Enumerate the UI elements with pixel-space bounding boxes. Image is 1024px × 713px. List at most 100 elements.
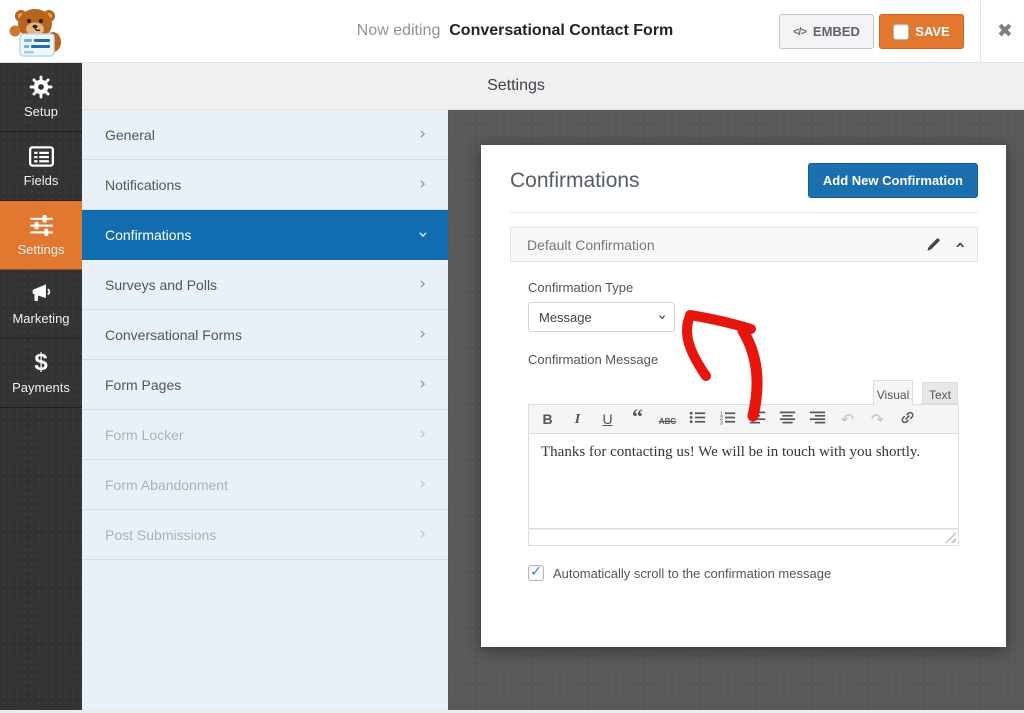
form-fields-icon: [28, 144, 54, 168]
undo-button: ↶: [837, 408, 858, 430]
blockquote-icon: “: [632, 403, 643, 429]
confirmation-message-label: Confirmation Message: [528, 352, 659, 367]
add-new-confirmation-button[interactable]: Add New Confirmation: [807, 163, 978, 198]
header-divider: [980, 0, 981, 63]
sidebar-item-payments[interactable]: $ Payments: [0, 339, 82, 408]
editor-statusbar: [528, 529, 959, 546]
panel-title-bar: Settings: [82, 63, 1024, 110]
align-center-button[interactable]: [777, 408, 798, 430]
embed-button-label: EMBED: [812, 24, 860, 39]
settings-nav-label: General: [105, 126, 155, 143]
editor-toolbar: B I U “ ABC 1 2 3 ↶ ↷: [528, 404, 959, 434]
settings-nav-post-submissions[interactable]: Post Submissions ›: [82, 510, 448, 560]
auto-scroll-row: ✓ Automatically scroll to the confirmati…: [528, 565, 831, 581]
now-editing-text: Now editing Conversational Contact Form: [357, 22, 674, 40]
blockquote-button[interactable]: “: [627, 403, 648, 430]
bold-button[interactable]: B: [537, 408, 558, 430]
close-builder-button[interactable]: ✖: [992, 18, 1018, 44]
chevron-right-icon: ›: [419, 274, 426, 294]
numbered-list-icon: 123: [719, 410, 736, 428]
form-name: Conversational Contact Form: [449, 22, 674, 39]
preview-area: Confirmations Add New Confirmation Defau…: [448, 110, 1024, 713]
settings-nav-confirmations[interactable]: Confirmations ›: [82, 210, 448, 260]
auto-scroll-label: Automatically scroll to the confirmation…: [553, 565, 832, 581]
check-icon: ✔: [893, 23, 910, 40]
default-confirmation-label: Default Confirmation: [527, 236, 655, 253]
settings-nav-panel: General › Notifications › Confirmations › Surv…: [82, 110, 448, 713]
redo-icon: ↷: [870, 409, 885, 429]
page-title: Confirmations: [510, 169, 640, 192]
sidebar-item-settings[interactable]: Settings: [0, 201, 82, 270]
embed-button[interactable]: </> EMBED: [779, 14, 874, 49]
settings-nav-label: Confirmations: [105, 226, 192, 243]
chevron-right-icon: ›: [419, 324, 426, 344]
pencil-icon: [926, 238, 940, 251]
svg-text:3: 3: [720, 421, 723, 425]
italic-button[interactable]: I: [567, 408, 588, 430]
numbered-list-button[interactable]: 123: [717, 408, 738, 430]
align-left-button[interactable]: [747, 408, 768, 430]
align-left-icon: [749, 410, 766, 428]
sidebar-item-label: Marketing: [12, 311, 70, 326]
chevron-right-icon: ›: [419, 474, 426, 494]
confirmations-panel: Confirmations Add New Confirmation Defau…: [481, 145, 1006, 647]
chevron-right-icon: ›: [419, 374, 426, 394]
strikethrough-icon: ABC: [658, 416, 677, 426]
align-right-button[interactable]: [807, 408, 828, 430]
settings-nav-label: Post Submissions: [105, 526, 217, 543]
save-button[interactable]: ✔ SAVE: [879, 14, 964, 49]
wpforms-bear-icon: [9, 9, 61, 57]
redo-button: ↷: [867, 408, 888, 430]
underline-icon: U: [602, 411, 613, 427]
resize-grip[interactable]: [945, 532, 956, 543]
confirmation-type-label: Confirmation Type: [528, 280, 634, 295]
wpforms-logo: [8, 4, 66, 64]
chevron-down-icon: ›: [413, 231, 434, 238]
underline-button[interactable]: U: [597, 408, 618, 430]
settings-nav-notifications[interactable]: Notifications ›: [82, 160, 448, 210]
settings-nav-form-locker[interactable]: Form Locker ›: [82, 410, 448, 460]
undo-icon: ↶: [840, 409, 855, 429]
default-confirmation-header[interactable]: Default Confirmation ›: [510, 227, 978, 262]
tab-text[interactable]: Text: [922, 382, 958, 404]
italic-icon: I: [574, 411, 581, 427]
link-button[interactable]: [897, 408, 918, 430]
bullet-list-icon: [689, 410, 706, 428]
gear-icon: [29, 75, 53, 99]
checkmark-icon: ✓: [530, 564, 542, 580]
link-icon: [899, 410, 916, 428]
sidebar-item-label: Fields: [23, 173, 59, 188]
sidebar-item-label: Setup: [24, 104, 58, 119]
sidebar-item-marketing[interactable]: Marketing: [0, 270, 82, 339]
sidebar-item-setup[interactable]: Setup: [0, 63, 82, 132]
settings-nav-label: Surveys and Polls: [105, 276, 218, 293]
auto-scroll-checkbox[interactable]: ✓: [528, 565, 544, 581]
confirmation-message-editor[interactable]: Thanks for contacting us! We will be in …: [528, 434, 959, 529]
settings-nav-general[interactable]: General ›: [82, 110, 448, 160]
code-icon: </>: [793, 25, 807, 38]
align-center-icon: [779, 410, 796, 428]
strikethrough-button[interactable]: ABC: [657, 408, 678, 430]
collapse-confirmation-button[interactable]: ›: [949, 237, 970, 253]
chevron-right-icon: ›: [419, 424, 426, 444]
tab-visual[interactable]: Visual: [873, 380, 913, 405]
settings-nav-form-pages[interactable]: Form Pages ›: [82, 360, 448, 410]
edit-confirmation-name-button[interactable]: [926, 237, 941, 253]
settings-nav-conversational-forms[interactable]: Conversational Forms ›: [82, 310, 448, 360]
save-button-label: SAVE: [915, 24, 950, 39]
settings-nav-label: Form Locker: [105, 426, 184, 443]
bold-icon: B: [542, 411, 553, 427]
settings-nav-form-abandonment[interactable]: Form Abandonment ›: [82, 460, 448, 510]
chevron-right-icon: ›: [419, 124, 426, 144]
settings-nav-label: Form Pages: [105, 376, 182, 393]
now-editing-prefix: Now editing: [356, 22, 441, 39]
chevron-down-icon: ›: [654, 314, 671, 320]
settings-nav-label: Conversational Forms: [105, 326, 242, 343]
bullet-list-button[interactable]: [687, 408, 708, 430]
sidebar-item-fields[interactable]: Fields: [0, 132, 82, 201]
confirmation-type-select[interactable]: Message ›: [528, 302, 675, 332]
sliders-icon: [29, 213, 54, 237]
sidebar-item-label: Settings: [17, 242, 65, 257]
settings-nav-surveys-and-polls[interactable]: Surveys and Polls ›: [82, 260, 448, 310]
align-right-icon: [809, 410, 826, 428]
